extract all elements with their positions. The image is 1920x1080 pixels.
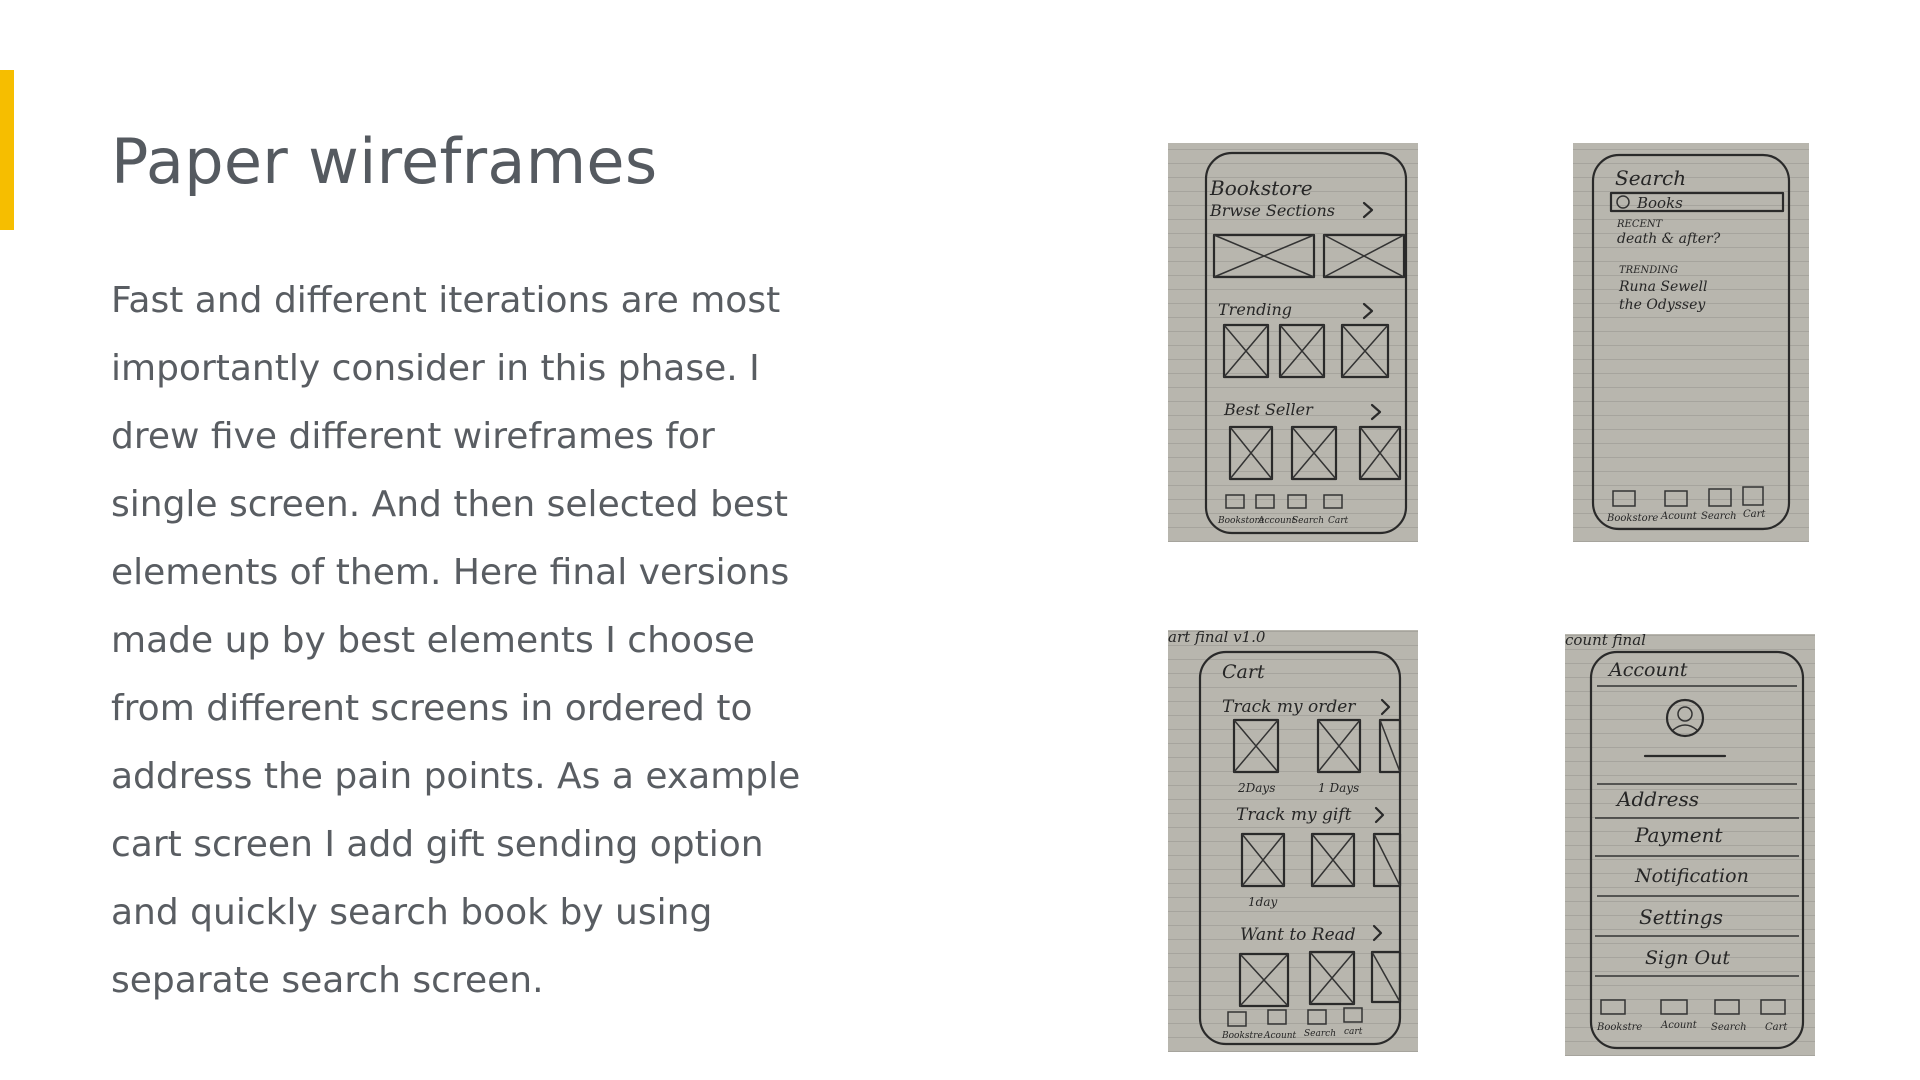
cart-gift-caption: 1day — [1248, 895, 1277, 909]
cart-order-row: 2Days 1 Days — [1232, 718, 1402, 795]
bookstore-section-bestseller: Best Seller — [1223, 400, 1314, 419]
cart-header: Cart — [1222, 661, 1265, 683]
cart-order-caption-1: 2Days — [1237, 781, 1275, 795]
slide-body: Fast and different iterations are most i… — [111, 280, 801, 1001]
wireframe-bookstore-photo: Bookstore Brwse Sections Trending Best S… — [1168, 143, 1418, 542]
account-nav-bookstore: Bookstre — [1596, 1022, 1642, 1033]
bookstore-section-trending: Trending — [1218, 300, 1292, 319]
account-nav-cart: Cart — [1765, 1022, 1788, 1033]
cart-nav-bookstore: Bookstre — [1221, 1031, 1263, 1041]
wireframe-account-photo: count final Account Address Payment Noti… — [1565, 634, 1815, 1056]
search-nav-search: Search — [1701, 511, 1737, 522]
account-header: Account — [1607, 659, 1688, 681]
search-recent-item: death & after? — [1617, 231, 1721, 247]
accent-bar — [0, 70, 14, 230]
wireframe-bookstore-drawing: Bookstore Brwse Sections Trending Best S… — [1204, 151, 1408, 535]
account-menu-notification: Notification — [1634, 865, 1749, 887]
cart-nav-search: Search — [1304, 1029, 1336, 1039]
account-top-note: count final — [1565, 634, 1646, 649]
bookstore-bestseller-row — [1228, 425, 1402, 481]
account-nav-account: Acount — [1660, 1020, 1698, 1031]
bookstore-banner-row — [1212, 233, 1406, 279]
search-nav-bookstore: Bookstore — [1606, 513, 1658, 524]
cart-section-order: Track my order — [1222, 697, 1356, 717]
account-menu-signout: Sign Out — [1645, 947, 1730, 969]
search-trending-label: TRENDING — [1619, 265, 1678, 276]
bookstore-nav-cart: Cart — [1328, 516, 1349, 526]
cart-want-row — [1238, 950, 1402, 1008]
search-nav: Bookstore Acount Search Cart — [1606, 486, 1766, 524]
search-input-sketch: Books — [1636, 194, 1683, 212]
account-menu-payment: Payment — [1634, 823, 1723, 847]
search-trending-item-2: the Odyssey — [1619, 297, 1706, 313]
bookstore-nav-search: Search — [1292, 516, 1324, 526]
account-nav-search: Search — [1711, 1022, 1747, 1033]
cart-top-note: art final v1.0 — [1168, 630, 1266, 646]
account-menu-address: Address — [1615, 787, 1699, 811]
search-header: Search — [1615, 166, 1686, 190]
bookstore-nav: Bookstore Account Search Cart — [1217, 494, 1349, 526]
cart-order-caption-2: 1 Days — [1318, 781, 1359, 795]
bookstore-trending-row — [1222, 323, 1390, 379]
wireframe-search-photo: Search Books RECENT death & after? TREND… — [1573, 143, 1809, 542]
wireframe-cart-photo: art final v1.0 Cart Track my order 2Days… — [1168, 630, 1418, 1052]
slide-title: Paper wireframes — [111, 125, 658, 198]
bookstore-nav-account: Account — [1257, 516, 1296, 526]
wireframe-account-drawing: count final Account Address Payment Noti… — [1565, 634, 1805, 1050]
account-menu-settings: Settings — [1639, 905, 1723, 929]
wireframe-search-drawing: Search Books RECENT death & after? TREND… — [1591, 153, 1791, 531]
cart-nav-cart: cart — [1344, 1027, 1363, 1037]
bookstore-section-browse: Brwse Sections — [1209, 201, 1335, 220]
cart-nav: Bookstre Acount Search cart — [1221, 1007, 1363, 1041]
account-nav: Bookstre Acount Search Cart — [1596, 999, 1788, 1033]
cart-gift-row: 1day — [1240, 832, 1402, 909]
bookstore-header: Bookstore — [1209, 176, 1313, 200]
wireframe-cart-drawing: art final v1.0 Cart Track my order 2Days… — [1168, 630, 1402, 1046]
search-nav-cart: Cart — [1743, 509, 1766, 520]
search-trending-item-1: Runa Sewell — [1618, 279, 1707, 295]
cart-section-gift: Track my gift — [1236, 805, 1352, 825]
cart-nav-account: Acount — [1263, 1031, 1297, 1041]
search-recent-label: RECENT — [1616, 219, 1664, 230]
cart-section-want: Want to Read — [1240, 925, 1356, 945]
search-nav-account: Acount — [1660, 511, 1698, 522]
account-profile — [1597, 698, 1797, 785]
